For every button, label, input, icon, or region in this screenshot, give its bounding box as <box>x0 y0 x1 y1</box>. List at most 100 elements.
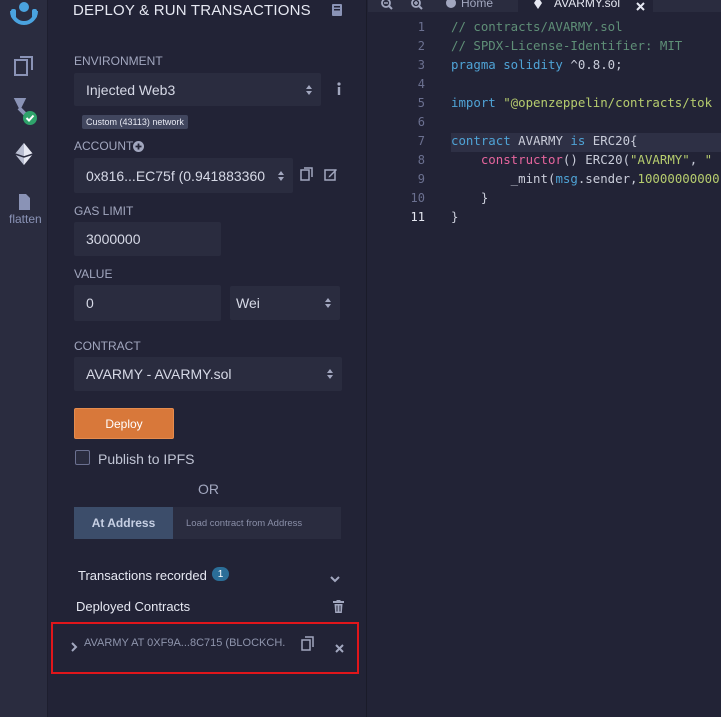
value-value: 0 <box>86 295 94 311</box>
chevron-right-icon[interactable] <box>71 639 78 657</box>
line-number: 11 <box>410 210 425 224</box>
gas-limit-value: 3000000 <box>86 231 141 247</box>
documentation-icon[interactable] <box>331 3 343 22</box>
line-number: 9 <box>417 172 425 186</box>
contract-select[interactable]: AVARMY - AVARMY.sol <box>74 357 342 391</box>
code-token: // SPDX-License-Identifier: MIT <box>451 38 683 53</box>
chevron-down-icon[interactable] <box>330 570 340 588</box>
gas-limit-label: GAS LIMIT <box>74 204 134 218</box>
publish-ipfs-label[interactable]: Publish to IPFS <box>98 451 195 467</box>
deploy-button[interactable]: Deploy <box>74 408 174 439</box>
gas-limit-input[interactable]: 3000000 <box>74 222 221 256</box>
account-label: ACCOUNT <box>74 139 134 153</box>
deploy-run-panel: DEPLOY & RUN TRANSACTIONS ENVIRONMENT In… <box>49 0 367 717</box>
editor-tab-bar: Home AVARMY.sol <box>368 0 721 12</box>
zoom-out-icon[interactable] <box>381 0 393 12</box>
close-tab-icon[interactable] <box>636 0 645 12</box>
code-line[interactable]: } <box>451 188 488 207</box>
tab-avarmy[interactable]: AVARMY.sol <box>554 0 620 12</box>
code-token: constructor <box>451 152 563 167</box>
contract-value: AVARMY - AVARMY.sol <box>86 366 232 382</box>
code-token: ERC20{ <box>592 133 638 148</box>
code-token: // contracts/AVARMY.sol <box>451 19 623 34</box>
code-line[interactable]: constructor() ERC20("AVARMY", " <box>451 150 712 169</box>
copy-address-icon[interactable] <box>301 636 314 656</box>
edit-icon[interactable] <box>324 168 338 186</box>
code-token: .sender, <box>577 171 638 186</box>
icon-panel: flatten <box>0 0 48 717</box>
info-icon[interactable] <box>336 82 342 101</box>
select-arrows-icon <box>278 169 284 182</box>
at-address-button[interactable]: At Address <box>74 507 173 539</box>
select-arrows-icon <box>327 369 333 379</box>
network-badge: Custom (43113) network <box>82 115 188 129</box>
or-separator: OR <box>198 481 219 497</box>
code-token: msg <box>555 171 578 186</box>
file-explorer-icon[interactable] <box>0 53 48 79</box>
code-token: AVARMY <box>518 133 571 148</box>
code-token: } <box>451 190 489 205</box>
transactions-count-badge: 1 <box>212 567 229 581</box>
solidity-file-icon <box>534 0 542 12</box>
panel-title: DEPLOY & RUN TRANSACTIONS <box>73 2 311 19</box>
code-line[interactable]: _mint(msg.sender,10000000000 <box>451 169 720 188</box>
environment-value: Injected Web3 <box>86 81 176 98</box>
code-token: "AVARMY" <box>630 152 690 167</box>
line-number: 1 <box>417 20 425 34</box>
code-line[interactable]: import "@openzeppelin/contracts/tok <box>451 93 712 112</box>
flattener-icon[interactable] <box>0 193 48 211</box>
code-line[interactable]: // SPDX-License-Identifier: MIT <box>451 36 682 55</box>
account-select[interactable]: 0x816...EC75f (0.941883360 <box>74 158 293 193</box>
code-token: () ERC20( <box>562 152 631 167</box>
value-unit-select[interactable]: Wei <box>230 286 340 320</box>
compiler-icon[interactable] <box>0 96 48 126</box>
code-line[interactable]: contract AVARMY is ERC20{ <box>451 131 638 150</box>
line-number: 10 <box>410 191 425 205</box>
line-number: 5 <box>417 96 425 110</box>
transactions-recorded-label[interactable]: Transactions recorded <box>78 568 207 583</box>
environment-label: ENVIRONMENT <box>74 54 163 68</box>
line-number: 4 <box>417 77 425 91</box>
publish-ipfs-checkbox[interactable] <box>75 450 90 465</box>
code-token: is <box>570 133 593 148</box>
code-token: _mint( <box>451 171 556 186</box>
home-tab-icon <box>445 0 457 12</box>
close-icon[interactable] <box>335 640 344 658</box>
tab-home[interactable]: Home <box>461 0 493 12</box>
value-label: VALUE <box>74 267 113 281</box>
deployed-contracts-label: Deployed Contracts <box>76 599 191 614</box>
line-number: 7 <box>417 134 425 148</box>
remix-logo-icon[interactable] <box>0 0 48 30</box>
code-content[interactable]: // contracts/AVARMY.sol // SPDX-License-I… <box>451 17 721 317</box>
at-address-input[interactable]: Load contract from Address <box>173 507 341 539</box>
account-value: 0x816...EC75f (0.941883360 <box>86 167 266 184</box>
code-token: " <box>704 152 713 167</box>
line-number: 6 <box>417 115 425 129</box>
code-line[interactable]: // contracts/AVARMY.sol <box>451 17 623 36</box>
line-number: 8 <box>417 153 425 167</box>
code-line[interactable]: pragma solidity ^0.8.0; <box>451 55 623 74</box>
add-account-icon[interactable] <box>133 139 144 157</box>
code-token: , <box>689 152 705 167</box>
code-token: ^0.8.0; <box>570 57 623 72</box>
code-token: pragma solidity <box>451 57 571 72</box>
trash-icon[interactable] <box>333 600 344 618</box>
deployed-instance-label[interactable]: AVARMY AT 0XF9A...8C715 (BLOCKCH. <box>84 637 286 649</box>
value-input[interactable]: 0 <box>74 285 221 321</box>
deploy-run-icon[interactable] <box>0 141 48 167</box>
code-token: 10000000000 <box>637 171 720 186</box>
code-token: contract <box>451 133 519 148</box>
flattener-label[interactable]: flatten <box>9 212 42 226</box>
code-token: } <box>451 209 459 224</box>
environment-select[interactable]: Injected Web3 <box>74 73 321 106</box>
copy-icon[interactable] <box>300 167 313 186</box>
select-arrows-icon <box>325 298 331 308</box>
contract-label: CONTRACT <box>74 339 141 353</box>
code-token: import <box>451 95 504 110</box>
code-editor: Home AVARMY.sol 1 2 3 4 5 6 7 8 9 10 11 // contrac… <box>368 0 721 717</box>
code-token: "@openzeppelin/contracts/tok <box>503 95 713 110</box>
zoom-in-icon[interactable] <box>411 0 423 12</box>
line-number: 2 <box>417 39 425 53</box>
code-line[interactable]: } <box>451 207 458 226</box>
line-number: 3 <box>417 58 425 72</box>
